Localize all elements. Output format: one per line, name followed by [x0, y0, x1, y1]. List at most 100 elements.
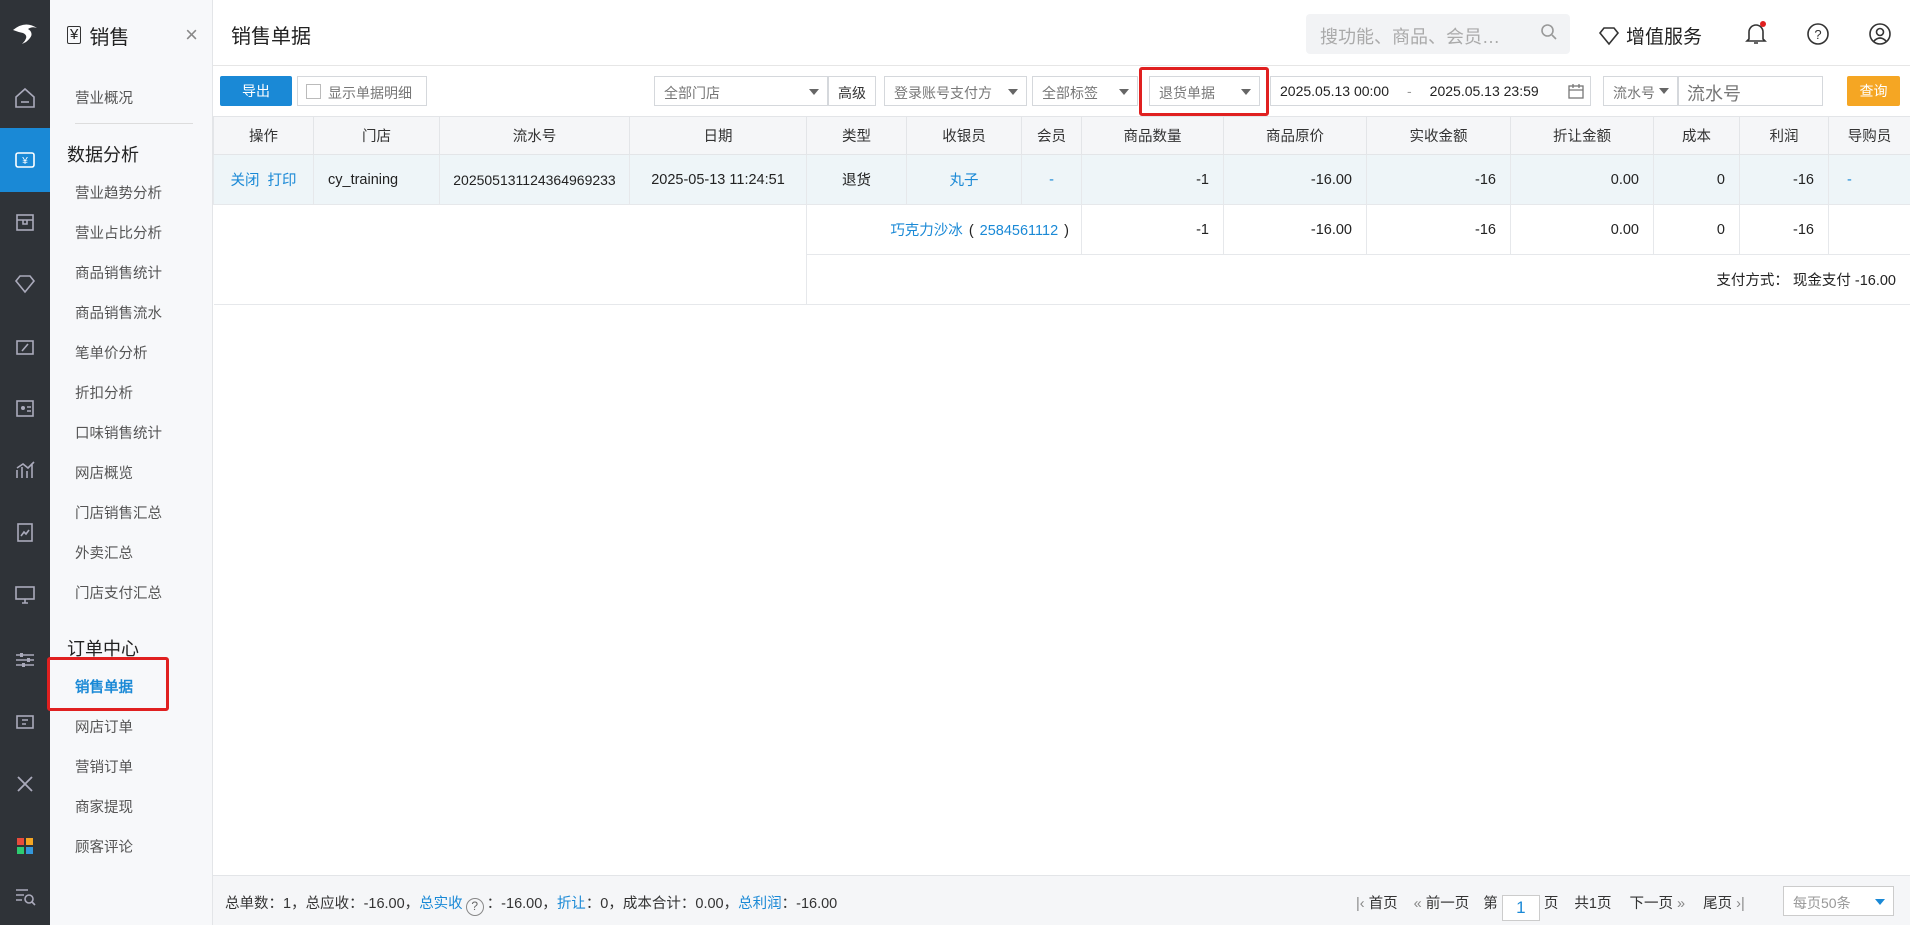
- pagination: |‹ 首页 « 前一页 第 1 页 共1页 下一页 » 尾页 ›|: [1356, 892, 1745, 921]
- serial-input[interactable]: 流水号: [1678, 76, 1823, 106]
- sidebar-item[interactable]: 外卖汇总: [75, 542, 133, 563]
- summary-text: 总单数：1，总应收：-16.00，: [225, 896, 419, 912]
- sliders-icon[interactable]: [0, 628, 50, 692]
- col-header: 流水号: [440, 117, 630, 155]
- paren-close: ): [1064, 223, 1069, 239]
- sidebar-item-overview[interactable]: 营业概况: [75, 87, 133, 108]
- table-row[interactable]: 关闭 打印 cy_training 20250513112436496923​3…: [214, 155, 1910, 205]
- chevron-down-icon: [1659, 88, 1669, 94]
- search-list-icon[interactable]: [0, 864, 50, 928]
- logo: [0, 0, 50, 66]
- payment-select[interactable]: 登录账号支付方: [884, 76, 1027, 106]
- cell-qty: -1: [1082, 155, 1224, 205]
- sales-small-icon: ¥: [67, 26, 81, 44]
- sidebar-item[interactable]: 网店订单: [75, 716, 133, 737]
- show-detail-label: 显示单据明细: [328, 85, 412, 101]
- sidebar-title: 销售: [89, 21, 129, 50]
- prev-page-button[interactable]: « 前一页: [1414, 896, 1470, 912]
- date-separator: -: [1407, 83, 1412, 99]
- serial-type-select[interactable]: 流水号: [1603, 76, 1678, 106]
- query-button[interactable]: 查询: [1847, 76, 1900, 106]
- first-page-button[interactable]: |‹ 首页: [1356, 896, 1398, 912]
- sales-icon[interactable]: ¥: [0, 128, 50, 192]
- empty-cell: [214, 205, 807, 255]
- show-detail-checkbox[interactable]: 显示单据明细: [297, 76, 427, 106]
- page-size-select[interactable]: 每页50条: [1783, 886, 1894, 916]
- cell-guide: -: [1829, 155, 1910, 205]
- monitor-icon[interactable]: [0, 562, 50, 626]
- calendar-icon[interactable]: [1568, 83, 1584, 102]
- sidebar-item[interactable]: 笔单价分析: [75, 342, 148, 363]
- sidebar-item[interactable]: 门店支付汇总: [75, 582, 162, 603]
- diamond-icon[interactable]: [0, 252, 50, 316]
- search-input[interactable]: 搜功能、商品、会员…: [1306, 14, 1570, 54]
- sidebar-item[interactable]: 营业趋势分析: [75, 182, 162, 203]
- sidebar-item[interactable]: 商家提现: [75, 796, 133, 817]
- total-profit-link[interactable]: 总利润: [738, 896, 782, 912]
- item-cost: 0: [1654, 205, 1740, 255]
- sidebar-item[interactable]: 商品销售统计: [75, 262, 162, 283]
- search-icon[interactable]: [1540, 23, 1558, 46]
- chevron-down-icon: [1119, 89, 1129, 95]
- report-icon[interactable]: [0, 500, 50, 564]
- next-label: 下一页: [1629, 896, 1673, 912]
- user-icon[interactable]: [1868, 22, 1892, 50]
- discount-icon[interactable]: [0, 314, 50, 378]
- close-link[interactable]: 关闭: [230, 173, 259, 189]
- col-header: 门店: [314, 117, 440, 155]
- group-analysis: 数据分析: [67, 141, 139, 167]
- page-suffix: 页: [1544, 896, 1559, 912]
- item-price: -16.00: [1224, 205, 1367, 255]
- help-circle-icon[interactable]: ?: [466, 898, 484, 916]
- highlight-box: [1139, 67, 1269, 116]
- chevron-down-icon: [1875, 899, 1885, 905]
- store-select[interactable]: 全部门店: [654, 76, 828, 106]
- divider: [75, 123, 193, 124]
- bell-icon[interactable]: [1744, 21, 1768, 51]
- sidebar-item[interactable]: 口味销售统计: [75, 422, 162, 443]
- item-name-link[interactable]: 巧克力沙冰: [890, 223, 963, 239]
- chart-icon[interactable]: [0, 438, 50, 502]
- sidebar-item[interactable]: 商品销售流水: [75, 302, 162, 323]
- advanced-button[interactable]: 高级: [828, 76, 876, 106]
- empty-cell: [1829, 205, 1910, 255]
- item-cell: 巧克力沙冰(2584561112): [807, 205, 1082, 255]
- svg-text:¥: ¥: [21, 156, 28, 167]
- print-link[interactable]: 打印: [268, 173, 297, 189]
- id-card-icon[interactable]: [0, 376, 50, 440]
- tag-select[interactable]: 全部标签: [1032, 76, 1138, 106]
- item-discount: 0.00: [1511, 205, 1654, 255]
- last-page-button[interactable]: 尾页 ›|: [1703, 896, 1745, 912]
- item-code-link[interactable]: 2584561112: [980, 223, 1059, 239]
- home-icon[interactable]: [0, 66, 50, 130]
- sidebar-header: ¥ 销售 ×: [50, 0, 212, 70]
- export-button[interactable]: 导出: [220, 76, 292, 106]
- total-paid-link[interactable]: 总实收: [419, 896, 463, 912]
- sidebar-item[interactable]: 营业占比分析: [75, 222, 162, 243]
- summary-text: ：-16.00: [782, 896, 838, 912]
- col-header: 商品数量: [1082, 117, 1224, 155]
- secondary-sidebar: ¥ 销售 × 营业概况 数据分析 营业趋势分析 营业占比分析 商品销售统计 商品…: [50, 0, 213, 925]
- next-page-button[interactable]: 下一页 »: [1629, 896, 1685, 912]
- discount-link[interactable]: 折让: [557, 896, 586, 912]
- help-icon[interactable]: ?: [1806, 22, 1830, 50]
- date-range-picker[interactable]: 2025.05.13 00:00-2025.05.13 23:59: [1270, 76, 1591, 106]
- summary: 总单数：1，总应收：-16.00，总实收?：-16.00，折让：0，成本合计：0…: [225, 892, 837, 916]
- box-icon[interactable]: [0, 190, 50, 254]
- cell-profit: -16: [1740, 155, 1829, 205]
- sidebar-item[interactable]: 营销订单: [75, 756, 133, 777]
- checkbox-box[interactable]: [306, 84, 321, 99]
- tools-icon[interactable]: [0, 752, 50, 816]
- col-header: 日期: [630, 117, 807, 155]
- sidebar-item[interactable]: 顾客评论: [75, 836, 133, 857]
- sidebar-item[interactable]: 门店销售汇总: [75, 502, 162, 523]
- sidebar-item[interactable]: 网店概览: [75, 462, 133, 483]
- cell-type: 退货: [807, 155, 907, 205]
- vip-service-button[interactable]: 增值服务: [1598, 22, 1702, 49]
- close-icon[interactable]: ×: [185, 22, 198, 48]
- page-input[interactable]: 1: [1502, 895, 1540, 921]
- cashier-link[interactable]: 丸子: [907, 155, 1022, 205]
- cell-store: cy_training: [314, 155, 440, 205]
- sidebar-item[interactable]: 折扣分析: [75, 382, 133, 403]
- ticket-icon[interactable]: [0, 690, 50, 754]
